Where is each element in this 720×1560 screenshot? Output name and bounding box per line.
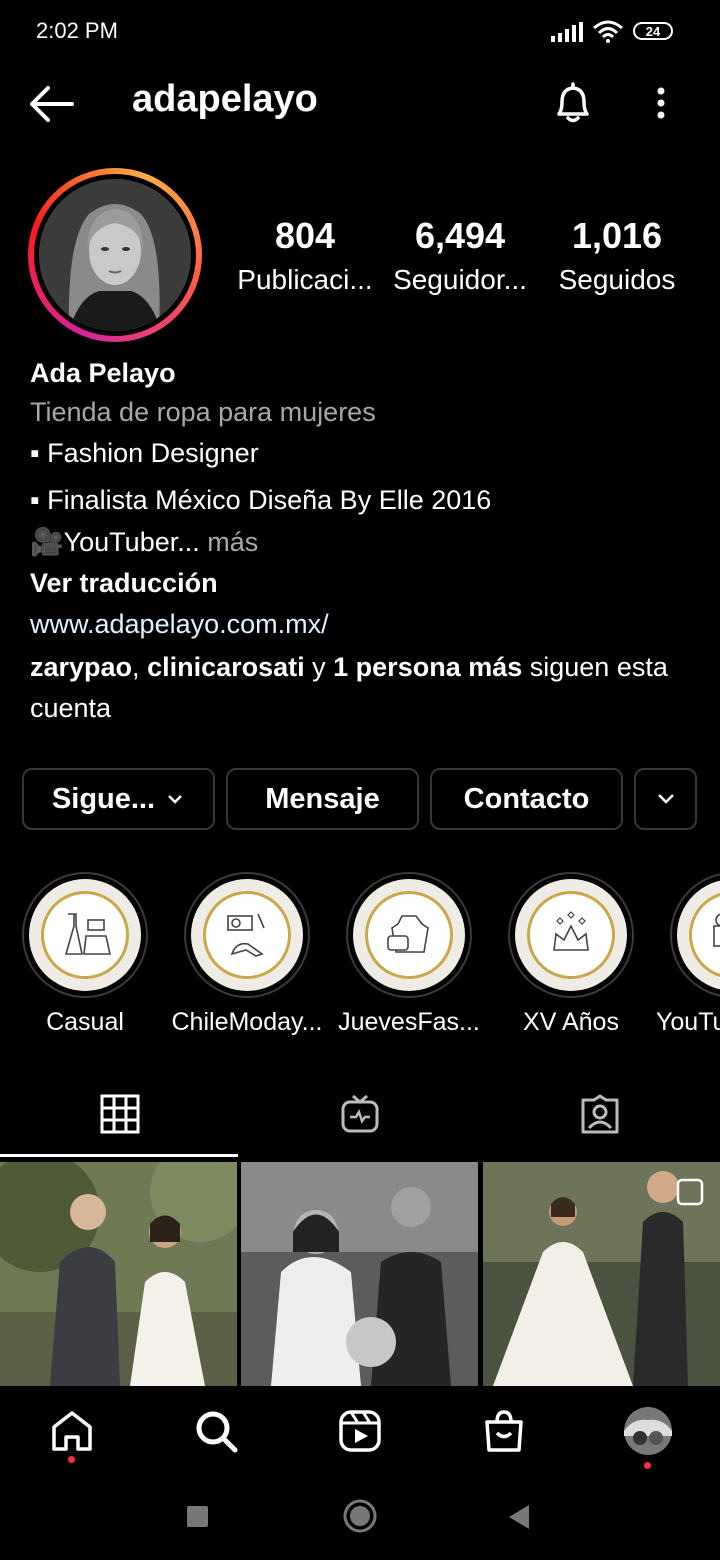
contact-button[interactable]: Contacto bbox=[430, 768, 623, 830]
highlight-label: XV Años bbox=[523, 1008, 619, 1036]
profile-category: Tienda de ropa para mujeres bbox=[30, 397, 376, 427]
highlight-chilemoday[interactable] bbox=[184, 872, 310, 998]
back-arrow-icon[interactable] bbox=[28, 84, 74, 124]
signal-icon bbox=[551, 22, 583, 42]
igtv-icon bbox=[341, 1094, 379, 1133]
bio-more-link[interactable]: más bbox=[200, 527, 258, 557]
grid-icon bbox=[100, 1094, 140, 1134]
following-label: Seguidos bbox=[558, 264, 676, 295]
bio-line: ▪ Finalista México Diseña By Elle 2016 bbox=[30, 485, 492, 515]
notification-dot bbox=[68, 1456, 75, 1463]
post-thumbnail[interactable] bbox=[241, 1162, 478, 1386]
notification-dot bbox=[644, 1462, 651, 1469]
message-button[interactable]: Mensaje bbox=[226, 768, 419, 830]
home-button[interactable] bbox=[343, 1499, 377, 1533]
home-icon bbox=[52, 1411, 92, 1451]
post-thumbnail[interactable] bbox=[0, 1162, 237, 1386]
posts-value: 804 bbox=[274, 215, 336, 256]
tab-posts-grid[interactable] bbox=[0, 1084, 240, 1144]
chevron-down-icon bbox=[168, 795, 182, 804]
highlight-casual[interactable] bbox=[22, 872, 148, 998]
more-options-icon[interactable] bbox=[646, 84, 676, 124]
highlight-xvanos[interactable] bbox=[508, 872, 634, 998]
bio-line: ▪ Fashion Designer bbox=[30, 438, 259, 468]
following-label: Sigue... bbox=[51, 782, 156, 815]
highlight-label: JuevesFas... bbox=[338, 1008, 480, 1036]
nav-home[interactable] bbox=[47, 1406, 97, 1456]
followers-label: Seguidor... bbox=[393, 264, 527, 295]
website-link[interactable]: www.adapelayo.com.mx/ bbox=[30, 607, 329, 641]
tiara-icon bbox=[553, 911, 589, 951]
shop-icon bbox=[485, 1410, 523, 1452]
highlight-label: Casual bbox=[46, 1008, 124, 1036]
makeup-heels-icon bbox=[227, 913, 265, 957]
active-tab-indicator bbox=[0, 1154, 238, 1157]
suggested-accounts-button[interactable] bbox=[634, 768, 697, 830]
nav-profile[interactable] bbox=[623, 1406, 673, 1456]
battery-level: 24 bbox=[645, 23, 661, 39]
recents-button[interactable] bbox=[187, 1506, 208, 1527]
back-button[interactable] bbox=[507, 1504, 531, 1530]
nav-reels[interactable] bbox=[335, 1406, 385, 1456]
highlight-label: YouTu bbox=[656, 1008, 720, 1036]
profile-avatar[interactable] bbox=[39, 179, 191, 331]
tagged-icon bbox=[581, 1094, 619, 1134]
profile-avatar bbox=[624, 1407, 672, 1455]
tab-tagged[interactable] bbox=[480, 1084, 720, 1144]
status-time: 2:02 PM bbox=[36, 18, 118, 43]
following-count[interactable]: 1,016 Seguidos bbox=[537, 214, 697, 302]
posts-count: 804 Publicaci... bbox=[225, 214, 385, 302]
see-translation-link[interactable]: Ver traducción bbox=[30, 566, 218, 600]
dress-icon bbox=[64, 913, 111, 955]
followers-value: 6,494 bbox=[414, 215, 506, 256]
nav-shop[interactable] bbox=[479, 1406, 529, 1456]
posts-label: Publicaci... bbox=[237, 264, 373, 295]
wifi-icon bbox=[593, 20, 623, 43]
tab-igtv[interactable] bbox=[240, 1084, 480, 1144]
followers-count[interactable]: 6,494 Seguidor... bbox=[380, 214, 540, 302]
profile-name: Ada Pelayo bbox=[30, 358, 176, 388]
highlight-juevesfashion[interactable] bbox=[346, 872, 472, 998]
camera-icon bbox=[713, 913, 720, 947]
followed-by-text[interactable]: zarypao, clinicarosati y 1 persona más s… bbox=[30, 647, 670, 729]
chevron-down-icon bbox=[657, 794, 674, 804]
bio-text: 🎥YouTuber... bbox=[30, 527, 200, 557]
notification-bell-icon[interactable] bbox=[550, 80, 596, 126]
highlight-label: ChileModay... bbox=[171, 1008, 323, 1036]
followers-others[interactable]: 1 persona más bbox=[333, 652, 522, 682]
bio-line: 🎥YouTuber... más bbox=[30, 525, 258, 559]
bag-dress-icon bbox=[387, 915, 429, 953]
highlight-youtube[interactable] bbox=[670, 872, 720, 998]
search-icon bbox=[196, 1411, 238, 1453]
profile-username: adapelayo bbox=[132, 78, 318, 120]
battery-icon: 24 bbox=[633, 22, 673, 40]
follower-name[interactable]: clinicarosati bbox=[147, 652, 305, 682]
reels-icon bbox=[339, 1410, 381, 1452]
following-value: 1,016 bbox=[571, 215, 663, 256]
following-button[interactable]: Sigue... bbox=[22, 768, 215, 830]
post-thumbnail[interactable] bbox=[483, 1162, 720, 1386]
follower-name[interactable]: zarypao bbox=[30, 652, 132, 682]
nav-search[interactable] bbox=[191, 1406, 241, 1456]
